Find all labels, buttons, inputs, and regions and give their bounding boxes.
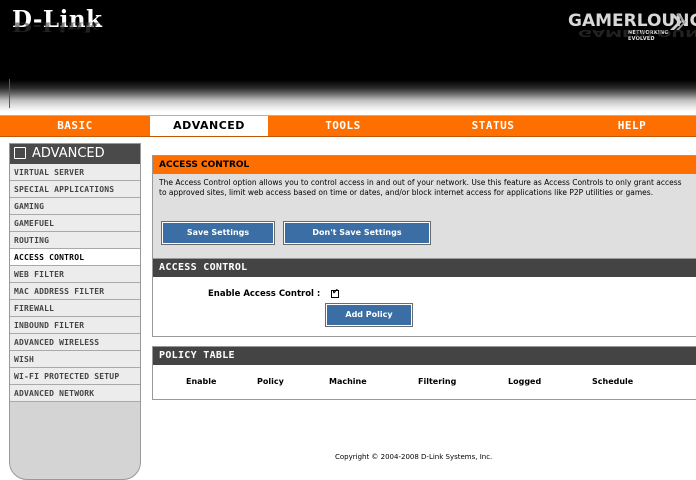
sidebar-item-gaming[interactable]: GAMING — [10, 198, 140, 215]
column-header-logged: Logged — [508, 377, 542, 386]
tab-help[interactable]: HELP — [568, 116, 696, 136]
column-header-policy: Policy — [257, 377, 284, 386]
policy-table-title: POLICY TABLE — [153, 347, 696, 365]
enable-access-control-label: Enable Access Control : — [208, 289, 321, 299]
header-banner: D-Link D-Link GAMERLOUNGE NETWORKING EVO… — [0, 0, 696, 112]
sidebar-item-virtual-server[interactable]: VIRTUAL SERVER — [10, 164, 140, 181]
sidebar-item-advanced-network[interactable]: ADVANCED NETWORK — [10, 385, 140, 402]
top-nav: BASIC ADVANCED TOOLS STATUS HELP — [0, 115, 696, 137]
dont-save-settings-button[interactable]: Don't Save Settings — [284, 222, 430, 244]
sidebar-heading: ADVANCED — [10, 144, 140, 164]
tab-advanced[interactable]: ADVANCED — [150, 116, 268, 136]
sidebar-item-mac-address-filter[interactable]: MAC ADDRESS FILTER — [10, 283, 140, 300]
gamerlounge-chevron-icon — [670, 14, 686, 30]
sidebar-item-inbound-filter[interactable]: INBOUND FILTER — [10, 317, 140, 334]
add-policy-button[interactable]: Add Policy — [326, 304, 412, 326]
sidebar-item-wifi-protected-setup[interactable]: WI-FI PROTECTED SETUP — [10, 368, 140, 385]
sidebar-item-routing[interactable]: ROUTING — [10, 232, 140, 249]
column-header-enable: Enable — [186, 377, 217, 386]
advanced-icon — [14, 147, 26, 159]
copyright-text: Copyright © 2004-2008 D-Link Systems, In… — [335, 453, 493, 461]
sidebar-heading-label: ADVANCED — [32, 146, 105, 161]
intro-description: The Access Control option allows you to … — [159, 178, 682, 197]
access-control-title: ACCESS CONTROL — [153, 259, 696, 277]
intro-title: ACCESS CONTROL — [153, 156, 696, 174]
dlink-logo-reflection: D-Link — [12, 19, 100, 34]
policy-table-section: POLICY TABLE Enable Policy Machine Filte… — [152, 346, 696, 400]
enable-access-control-checkbox[interactable] — [331, 287, 339, 298]
header-frame — [9, 79, 696, 108]
tab-basic[interactable]: BASIC — [0, 116, 150, 136]
sidebar-item-wish[interactable]: WISH — [10, 351, 140, 368]
sidebar-menu: VIRTUAL SERVER SPECIAL APPLICATIONS GAMI… — [10, 164, 140, 402]
tab-status[interactable]: STATUS — [418, 116, 568, 136]
sidebar-item-web-filter[interactable]: WEB FILTER — [10, 266, 140, 283]
save-settings-button[interactable]: Save Settings — [162, 222, 274, 244]
column-header-machine: Machine — [329, 377, 367, 386]
column-header-schedule: Schedule — [592, 377, 634, 386]
sidebar-item-advanced-wireless[interactable]: ADVANCED WIRELESS — [10, 334, 140, 351]
intro-section: ACCESS CONTROL The Access Control option… — [152, 155, 696, 270]
sidebar-item-special-applications[interactable]: SPECIAL APPLICATIONS — [10, 181, 140, 198]
access-control-section: ACCESS CONTROL Enable Access Control : A… — [152, 258, 696, 337]
sidebar-item-access-control[interactable]: ACCESS CONTROL — [10, 249, 140, 266]
sidebar-item-gamefuel[interactable]: GAMEFUEL — [10, 215, 140, 232]
sidebar-item-firewall[interactable]: FIREWALL — [10, 300, 140, 317]
column-header-filtering: Filtering — [418, 377, 457, 386]
sidebar: ADVANCED VIRTUAL SERVER SPECIAL APPLICAT… — [9, 143, 141, 480]
tab-tools[interactable]: TOOLS — [268, 116, 418, 136]
